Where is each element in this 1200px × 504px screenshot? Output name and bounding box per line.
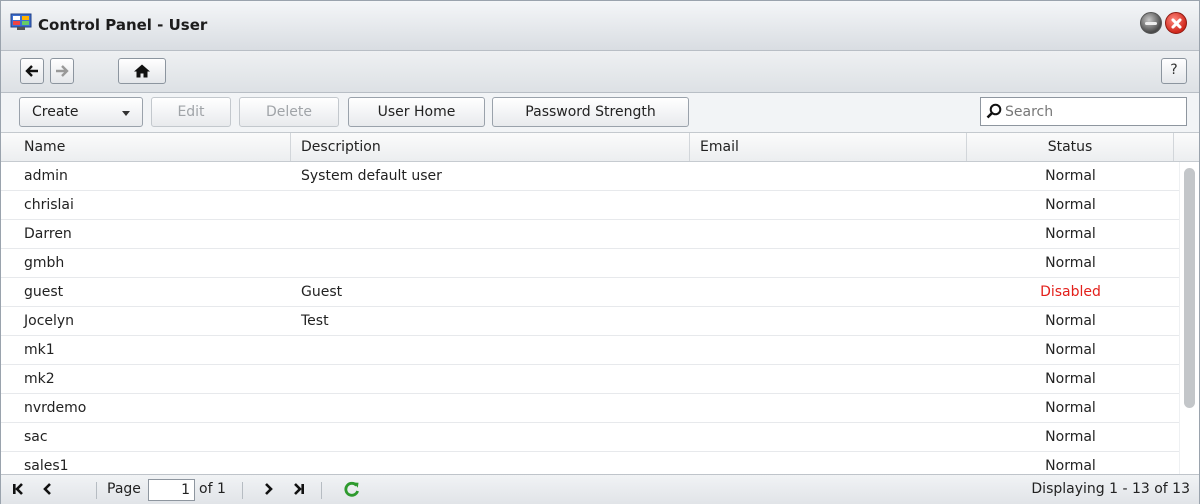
home-icon [134, 64, 150, 78]
cell-name: admin [24, 168, 68, 184]
home-button[interactable] [118, 58, 166, 84]
control-panel-window: Control Panel - User ? Create Edit Delet… [0, 0, 1200, 504]
control-panel-app-icon [10, 13, 32, 30]
scrollbar-thumb[interactable] [1184, 168, 1195, 408]
back-button[interactable] [20, 58, 44, 84]
table-row[interactable]: Darren Normal [1, 220, 1179, 249]
create-button-label: Create [32, 104, 79, 120]
paging-display-text: Displaying 1 - 13 of 13 [1031, 481, 1190, 497]
arrow-left-icon [25, 65, 38, 77]
vertical-scrollbar[interactable] [1179, 162, 1199, 474]
window-title: Control Panel - User [38, 16, 208, 34]
cell-name: Jocelyn [24, 313, 75, 329]
cell-name: guest [24, 284, 64, 300]
last-page-button[interactable] [292, 481, 306, 497]
chevron-left-icon [43, 483, 51, 495]
column-header-status[interactable]: Status [967, 133, 1174, 161]
paging-separator [96, 482, 97, 499]
last-page-icon [294, 483, 304, 495]
table-row[interactable]: sac Normal [1, 423, 1179, 452]
arrow-right-icon [56, 65, 69, 77]
cell-status: Normal [1045, 313, 1096, 329]
cell-name: Darren [24, 226, 72, 242]
column-header-description[interactable]: Description [291, 133, 690, 161]
toolbar: Create Edit Delete User Home Password St… [1, 93, 1199, 133]
paging-separator [242, 482, 243, 499]
first-page-button[interactable] [11, 481, 25, 497]
first-page-icon [13, 483, 23, 495]
table-row[interactable]: gmbh Normal [1, 249, 1179, 278]
cell-name: gmbh [24, 255, 65, 271]
cell-name: sales1 [24, 458, 69, 474]
minimize-button[interactable] [1140, 12, 1162, 34]
cell-name: nvrdemo [24, 400, 87, 416]
cell-name: mk2 [24, 371, 55, 387]
cell-status: Disabled [1040, 284, 1101, 300]
table-row[interactable]: sales1 Normal [1, 452, 1179, 474]
cell-status: Normal [1045, 168, 1096, 184]
page-number-input[interactable]: 1 [148, 479, 195, 501]
table-row[interactable]: guest Guest Disabled [1, 278, 1179, 307]
refresh-button[interactable] [344, 481, 360, 497]
table-row[interactable]: mk1 Normal [1, 336, 1179, 365]
table-row[interactable]: admin System default user Normal [1, 162, 1179, 191]
column-header-email[interactable]: Email [690, 133, 967, 161]
edit-button[interactable]: Edit [151, 97, 231, 127]
table-row[interactable]: chrislai Normal [1, 191, 1179, 220]
cell-description: Guest [301, 284, 343, 300]
cell-status: Normal [1045, 429, 1096, 445]
paging-toolbar: Page 1 of 1 Displaying 1 - 13 of 13 [1, 474, 1199, 504]
table-row[interactable]: mk2 Normal [1, 365, 1179, 394]
create-button[interactable]: Create [19, 97, 143, 127]
user-home-button[interactable]: User Home [348, 97, 485, 127]
refresh-icon [344, 481, 359, 497]
cell-description: Test [301, 313, 329, 329]
chevron-right-icon [265, 483, 273, 495]
cell-status: Normal [1045, 400, 1096, 416]
cell-status: Normal [1045, 458, 1096, 474]
help-button[interactable]: ? [1161, 58, 1187, 84]
user-table: admin System default user Normal chrisla… [1, 162, 1179, 474]
cell-status: Normal [1045, 371, 1096, 387]
cell-status: Normal [1045, 255, 1096, 271]
navigation-bar: ? [1, 51, 1199, 93]
search-input[interactable] [1005, 101, 1180, 122]
cell-status: Normal [1045, 226, 1096, 242]
cell-name: sac [24, 429, 48, 445]
delete-button[interactable]: Delete [239, 97, 339, 127]
chevron-down-icon [122, 111, 130, 116]
table-row[interactable]: Jocelyn Test Normal [1, 307, 1179, 336]
cell-status: Normal [1045, 342, 1096, 358]
cell-status: Normal [1045, 197, 1096, 213]
title-bar[interactable]: Control Panel - User [1, 1, 1199, 51]
cell-name: chrislai [24, 197, 74, 213]
page-count-label: of 1 [199, 481, 226, 497]
page-label: Page [107, 481, 141, 497]
table-header: Name Description Email Status [1, 133, 1199, 162]
cell-description: System default user [301, 168, 442, 184]
close-button[interactable] [1165, 12, 1187, 34]
password-strength-button[interactable]: Password Strength [492, 97, 689, 127]
previous-page-button[interactable] [41, 481, 53, 497]
paging-separator [321, 482, 322, 499]
search-box[interactable] [980, 97, 1187, 126]
column-header-name[interactable]: Name [1, 133, 291, 161]
search-icon [986, 103, 1002, 119]
forward-button[interactable] [50, 58, 74, 84]
next-page-button[interactable] [263, 481, 275, 497]
help-icon: ? [1170, 62, 1178, 78]
table-row[interactable]: nvrdemo Normal [1, 394, 1179, 423]
cell-name: mk1 [24, 342, 55, 358]
